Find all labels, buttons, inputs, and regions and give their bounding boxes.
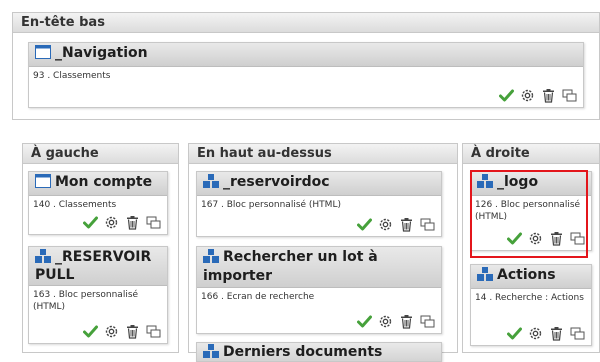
trash-icon[interactable] <box>125 215 140 230</box>
modules-icon <box>35 249 51 267</box>
block-mon-compte[interactable]: Mon compte 140 . Classements <box>28 171 168 235</box>
region-title: À droite <box>463 144 599 164</box>
block-title: _reservoirdoc <box>223 174 330 190</box>
copy-icon[interactable] <box>146 324 161 339</box>
block-title-bar[interactable]: _reservoirdoc <box>197 172 441 196</box>
block-subtitle: 163 . Bloc personnalisé (HTML) <box>33 290 139 312</box>
block-subtitle: 140 . Classements <box>33 200 117 210</box>
check-icon[interactable] <box>499 88 514 103</box>
check-icon[interactable] <box>357 314 372 329</box>
block-title-line-2: PULL <box>35 267 75 283</box>
block-rechercher-lot[interactable]: Rechercher un lot à importer 166 . Ecran… <box>196 246 442 334</box>
block-subtitle: 167 . Bloc personnalisé (HTML) <box>201 200 341 210</box>
block-derniers-documents[interactable]: Derniers documents <box>196 342 442 362</box>
block-title-line-1: _RESERVOIR <box>55 249 152 265</box>
block-subtitle: 93 . Classements <box>33 71 111 81</box>
modules-icon <box>477 267 493 286</box>
block-actions[interactable]: Actions 14 . Recherche : Actions <box>470 264 592 346</box>
gear-icon[interactable] <box>378 314 393 329</box>
window-icon <box>35 45 51 64</box>
block-title-bar[interactable]: Mon compte <box>29 172 167 196</box>
modules-icon <box>203 249 219 268</box>
region-title: En-tête bas <box>13 13 599 33</box>
region-title: À gauche <box>23 144 178 164</box>
block-actions <box>499 88 577 103</box>
trash-icon[interactable] <box>125 324 140 339</box>
block-reservoirdoc[interactable]: _reservoirdoc 167 . Bloc personnalisé (H… <box>196 171 442 237</box>
modules-icon <box>203 344 219 361</box>
block-title: Derniers documents <box>223 344 383 360</box>
copy-icon[interactable] <box>562 88 577 103</box>
gear-icon[interactable] <box>104 215 119 230</box>
copy-icon[interactable] <box>420 217 435 232</box>
block-title-bar[interactable]: Actions <box>471 265 591 289</box>
check-icon[interactable] <box>83 324 98 339</box>
block-subtitle: 14 . Recherche : Actions <box>475 293 584 303</box>
copy-icon[interactable] <box>420 314 435 329</box>
trash-icon[interactable] <box>399 217 414 232</box>
check-icon[interactable] <box>357 217 372 232</box>
region-title: En haut au-dessus <box>189 144 457 164</box>
gear-icon[interactable] <box>104 324 119 339</box>
block-title: Rechercher un lot à importer <box>203 249 378 284</box>
window-icon <box>35 174 51 193</box>
block-actions <box>507 326 585 341</box>
block-actions <box>83 215 161 230</box>
copy-icon[interactable] <box>570 326 585 341</box>
trash-icon[interactable] <box>549 326 564 341</box>
block-actions <box>83 324 161 339</box>
gear-icon[interactable] <box>378 217 393 232</box>
gear-icon[interactable] <box>528 326 543 341</box>
block-subtitle: 166 . Ecran de recherche <box>201 292 315 302</box>
trash-icon[interactable] <box>399 314 414 329</box>
block-reservoir-pull[interactable]: _RESERVOIR PULL 163 . Bloc personnalisé … <box>28 246 168 344</box>
modules-icon <box>203 174 219 193</box>
block-title-bar[interactable]: Rechercher un lot à importer <box>197 247 441 288</box>
block-title: _Navigation <box>55 45 148 61</box>
trash-icon[interactable] <box>541 88 556 103</box>
check-icon[interactable] <box>83 215 98 230</box>
block-title-bar[interactable]: _Navigation <box>29 43 583 67</box>
block-title: Actions <box>497 267 556 283</box>
gear-icon[interactable] <box>520 88 535 103</box>
block-actions <box>357 314 435 329</box>
block-title-bar[interactable]: _RESERVOIR PULL <box>29 247 167 286</box>
check-icon[interactable] <box>507 326 522 341</box>
block-title: Mon compte <box>55 174 153 190</box>
block-actions <box>357 217 435 232</box>
copy-icon[interactable] <box>146 215 161 230</box>
block-navigation[interactable]: _Navigation 93 . Classements <box>28 42 584 108</box>
selection-highlight <box>470 170 588 258</box>
